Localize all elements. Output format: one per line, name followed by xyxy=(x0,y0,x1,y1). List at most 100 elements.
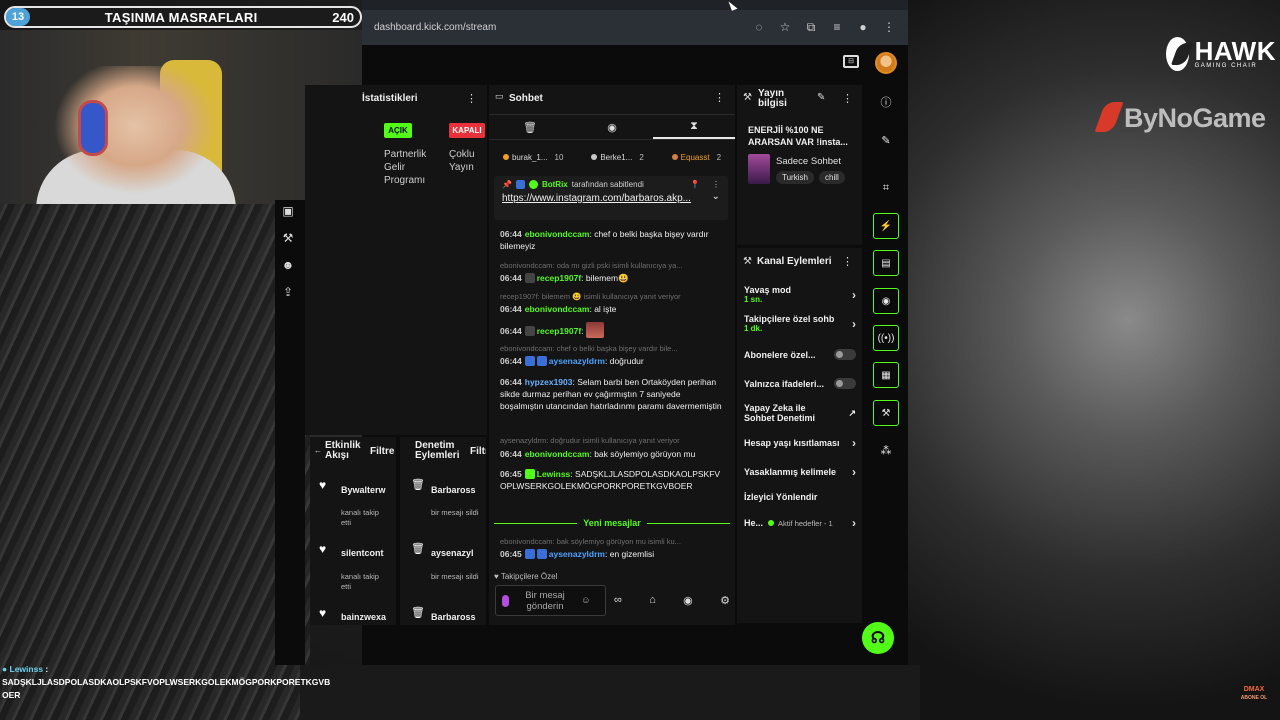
tag-chip[interactable]: Turkish xyxy=(776,171,814,184)
slow-mode-row[interactable]: Yavaş mod 1 sn. › xyxy=(744,285,856,304)
eye-off-icon[interactable]: ◌ xyxy=(752,20,766,35)
chevron-down-icon[interactable]: ⌄ xyxy=(712,191,720,202)
chat-message[interactable]: 06:44 recep1907f: bilemem😃 xyxy=(500,272,726,284)
ai-moderation-row[interactable]: Yapay Zeka ile Sohbet Denetimi ↗ xyxy=(744,403,856,423)
headset-icon[interactable]: ☊ xyxy=(862,622,894,654)
chat-icon[interactable]: ◉ xyxy=(571,115,653,139)
wrench-icon[interactable]: ⚒ xyxy=(873,400,899,426)
moderation-user[interactable]: aysenazyl xyxy=(431,548,479,558)
stream-title: ENERJİİ %100 NE ARARSAN VAR !insta... xyxy=(748,125,848,147)
user-settings-icon[interactable]: ☻ xyxy=(281,259,295,271)
partner-program-label: Partnerlik Gelir Programı xyxy=(384,149,427,186)
chevron-right-icon: › xyxy=(852,436,856,450)
wrench-icon: ⚒ xyxy=(743,92,752,103)
moderation-filter-button[interactable]: Filtre xyxy=(470,446,486,457)
event-user[interactable]: silentcont xyxy=(341,548,387,558)
media-icon[interactable]: ≡ xyxy=(830,20,844,35)
video-icon[interactable]: ▣ xyxy=(281,205,295,217)
unpin-icon[interactable]: 📍 xyxy=(690,180,700,189)
trash-icon[interactable]: 🗑 xyxy=(489,115,571,139)
broadcast-icon[interactable]: ((•)) xyxy=(873,325,899,351)
chat-message[interactable]: 06:45 Lewinss: SADŞKLJLASDPOLASDKAOLPSKFV… xyxy=(500,468,726,492)
banned-words-row[interactable]: Yasaklanmış kelimele › xyxy=(744,465,856,479)
chat-menu-icon[interactable]: ⋮ xyxy=(714,91,725,104)
chat-message[interactable]: 06:44 aysenazyldrm: doğrudur xyxy=(500,355,726,367)
channel-actions-title: Kanal Eylemleri xyxy=(757,256,832,267)
moderation-user[interactable]: Barbaross xyxy=(431,612,479,624)
lightning-icon[interactable]: ⚡ xyxy=(873,213,899,239)
emoji-icon[interactable]: ☺ xyxy=(581,595,591,606)
layout-icon[interactable]: ▦ xyxy=(873,362,899,388)
chat-message[interactable]: 06:44 ebonivondccam: al işte xyxy=(500,303,726,315)
microphone-icon[interactable] xyxy=(502,594,509,607)
top-chatter-1[interactable]: burak_1... 10 xyxy=(502,148,563,166)
background-forest-left xyxy=(0,200,310,720)
chat-popout-icon[interactable]: ◉ xyxy=(873,288,899,314)
wrench-icon: ⚒ xyxy=(743,256,752,267)
emote-image xyxy=(585,322,604,338)
url-text[interactable]: dashboard.kick.com/stream xyxy=(374,22,496,33)
moderation-user[interactable]: Barbaross xyxy=(431,485,479,495)
chat-message[interactable]: 06:44 ebonivondccam: chef o belki başka b… xyxy=(500,228,726,252)
bot-badge-icon xyxy=(515,180,525,189)
pinned-message[interactable]: 📌 BotRix tarafından sabitlendi 📍 ⋮ https… xyxy=(494,176,728,220)
address-bar[interactable]: dashboard.kick.com/stream ◌ ☆ ⧉ ≡ ● ⋮ xyxy=(364,12,904,42)
top-chatter-2[interactable]: Berke1... 2 xyxy=(591,148,644,166)
store-icon[interactable]: ⌂ xyxy=(649,594,656,606)
avatar[interactable] xyxy=(875,52,897,74)
followers-only-row[interactable]: Takipçilere özel sohb 1 dk. › xyxy=(744,314,856,333)
extensions-icon[interactable]: ⧉ xyxy=(804,20,818,35)
active-dot xyxy=(767,520,774,526)
pinned-user[interactable]: BotRix xyxy=(542,180,568,189)
notes-icon[interactable]: ▤ xyxy=(873,250,899,276)
account-age-row[interactable]: Hesap yaşı kısıtlaması › xyxy=(744,436,856,450)
info-icon[interactable]: ⓘ xyxy=(873,92,899,112)
goal-count: 13 xyxy=(6,8,30,26)
emotes-only-toggle[interactable] xyxy=(834,378,856,389)
profile-icon[interactable]: ● xyxy=(856,20,870,35)
pin-menu-icon[interactable]: ⋮ xyxy=(712,180,720,189)
top-chatter-3[interactable]: Equasst 2 xyxy=(671,148,721,166)
chat-message[interactable]: 06:44 hypzex1903: Selam barbi ben Ortaköy… xyxy=(500,376,726,412)
theater-mode-icon[interactable]: ⊟ xyxy=(843,55,859,68)
stats-menu-icon[interactable]: ⋮ xyxy=(466,92,477,105)
edit-icon[interactable]: ✎ xyxy=(817,92,825,103)
subscribers-only-row: Abonelere özel... xyxy=(744,349,856,360)
tag-chip[interactable]: chill xyxy=(819,171,845,184)
infinity-icon[interactable]: ∞ xyxy=(614,594,622,606)
chat-bubble-action-icon[interactable]: ◉ xyxy=(683,594,693,607)
stream-info-menu-icon[interactable]: ⋮ xyxy=(842,92,853,105)
event-user[interactable]: bainzwexa xyxy=(341,612,387,624)
gear-icon[interactable]: ⚙ xyxy=(720,594,730,607)
event-user[interactable]: Bywalterw xyxy=(341,485,387,495)
apps-icon[interactable]: ⁂ xyxy=(873,440,899,460)
browser-tabstrip[interactable] xyxy=(362,0,908,10)
partner-on-badge[interactable]: AÇIK xyxy=(384,123,412,138)
chat-message[interactable]: 06:45 aysenazyldrm: en gizemlisi xyxy=(500,548,726,560)
background-bottom xyxy=(300,665,920,720)
new-messages-divider[interactable]: Yeni mesajlar xyxy=(494,517,731,529)
pinned-link[interactable]: https://www.instagram.com/barbaros.akp..… xyxy=(502,193,691,204)
subscribers-only-toggle[interactable] xyxy=(834,349,856,360)
menu-icon[interactable]: ⋮ xyxy=(882,20,896,35)
chat-input[interactable]: Bir mesaj gönderin ☺ xyxy=(495,585,606,616)
moderation-panel xyxy=(400,437,486,625)
pencil-icon[interactable]: ✎ xyxy=(873,130,899,150)
event-filter-button[interactable]: Filtre xyxy=(370,446,394,457)
star-icon[interactable]: ☆ xyxy=(778,20,792,35)
upload-icon[interactable]: ⇪ xyxy=(281,286,295,298)
channel-actions-menu-icon[interactable]: ⋮ xyxy=(842,255,853,268)
scan-icon[interactable]: ⌗ xyxy=(873,178,899,198)
hourglass-icon[interactable]: ⧗ xyxy=(653,115,735,139)
back-icon[interactable]: ← xyxy=(314,446,322,455)
multistream-off-badge[interactable]: KAPALI xyxy=(449,123,485,138)
overlay-chat-message: ● Lewinss : SADŞKLJLASDPOLASDKAOLPSKFVOP… xyxy=(2,664,331,700)
goals-row[interactable]: He... Aktif hedefler - 1 › xyxy=(744,516,856,530)
chat-message[interactable]: 06:44 ebonivondccam: bak söylemiyo görüyo… xyxy=(500,448,726,460)
chat-mode-indicator: ♥ Takipçilere Özel xyxy=(494,572,694,584)
raid-row[interactable]: İzleyici Yönlendir xyxy=(744,492,856,502)
wrench-icon[interactable]: ⚒ xyxy=(281,232,295,244)
chat-message[interactable]: 06:44 recep1907f: xyxy=(500,322,726,338)
category-name[interactable]: Sadece Sohbet xyxy=(776,156,841,167)
reply-context: aysenazyldrm: doğrudur isimli kullanıcıy… xyxy=(500,436,680,445)
